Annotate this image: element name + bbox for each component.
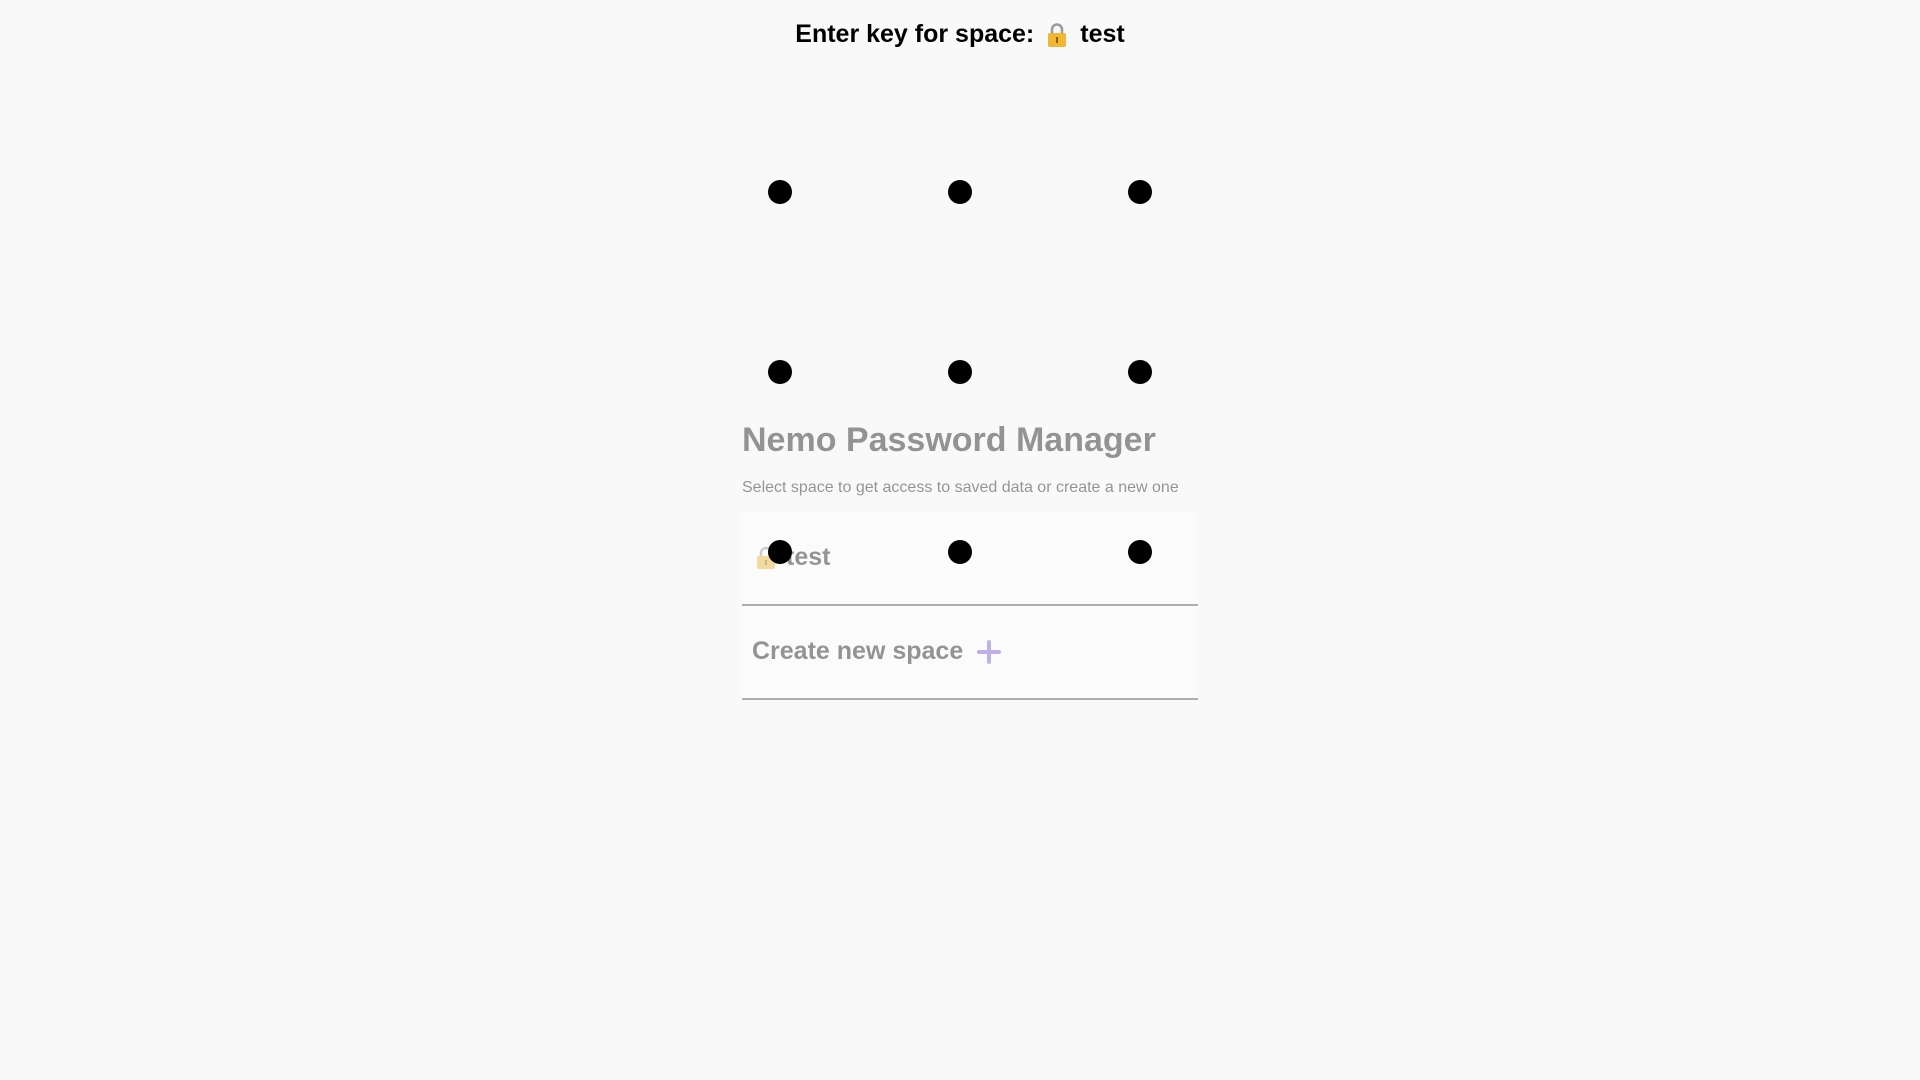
pattern-dot-5[interactable] [948, 360, 972, 384]
page-subtitle: Select space to get access to saved data… [742, 478, 1179, 496]
pattern-dot-8[interactable] [948, 540, 972, 564]
create-space-button[interactable]: Create new space [742, 606, 1198, 700]
plus-icon [977, 639, 1002, 664]
pattern-dot-6[interactable] [1128, 360, 1152, 384]
pattern-dot-4[interactable] [768, 360, 792, 384]
create-space-label: Create new space [752, 637, 964, 666]
key-prompt-space-name: test [1080, 20, 1125, 48]
page-title: Nemo Password Manager [742, 421, 1156, 459]
space-selection-page: Nemo Password Manager Select space to ge… [742, 420, 1198, 700]
lock-icon [1046, 22, 1068, 48]
pattern-dot-7[interactable] [768, 540, 792, 564]
pattern-dot-3[interactable] [1128, 180, 1152, 204]
app-root: Nemo Password Manager Select space to ge… [0, 0, 1920, 1080]
key-prompt: Enter key for space: test [0, 20, 1920, 49]
pattern-dot-1[interactable] [768, 180, 792, 204]
space-list: test Create new space [742, 511, 1198, 700]
pattern-dot-2[interactable] [948, 180, 972, 204]
key-prompt-label: Enter key for space: [795, 20, 1035, 48]
pattern-dot-9[interactable] [1128, 540, 1152, 564]
space-item-label: test [786, 543, 831, 572]
